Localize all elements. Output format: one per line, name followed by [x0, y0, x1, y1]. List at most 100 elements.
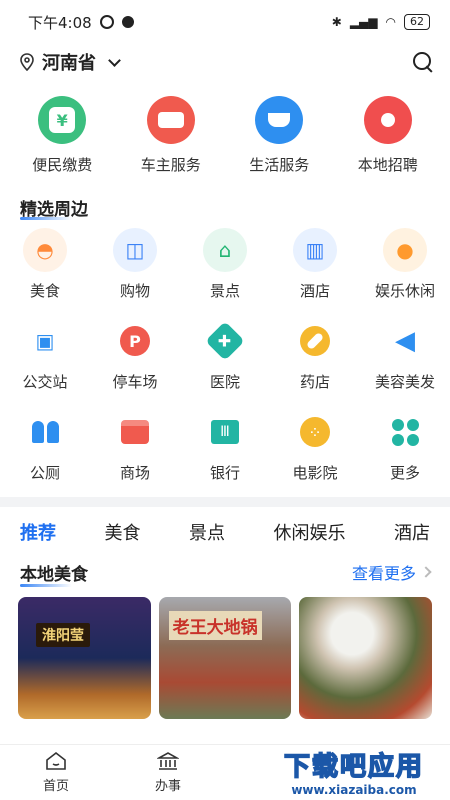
- nearby-item-label: 公交站: [22, 373, 68, 391]
- nearby-item-label: 更多: [389, 464, 420, 482]
- view-more-link[interactable]: 查看更多: [351, 560, 432, 584]
- service-label: 便民缴费: [32, 156, 93, 174]
- home-icon: [46, 751, 66, 770]
- restroom-icon: [23, 410, 67, 454]
- nearby-item-bus[interactable]: ▣ 公交站: [0, 319, 90, 392]
- nearby-item-label: 商场: [119, 464, 150, 482]
- nearby-item-label: 购物: [119, 282, 150, 300]
- view-more-label: 查看更多: [351, 564, 416, 583]
- watermark-logo: 下载吧应用 www.xiazaiba.com: [264, 748, 444, 797]
- nearby-item-scenic[interactable]: ⌂ 景点: [180, 228, 270, 301]
- food-cards: 淮阳莹 老王大地锅: [0, 587, 450, 719]
- coffee-cup-icon: [255, 96, 304, 144]
- chevron-right-icon: [420, 566, 432, 578]
- nearby-item-label: 娱乐休闲: [374, 282, 435, 300]
- category-tabs: 推荐 美食 景点 休闲娱乐 酒店: [0, 507, 450, 557]
- food-card[interactable]: 淮阳莹: [18, 597, 151, 719]
- search-icon[interactable]: [412, 51, 434, 73]
- nearby-item-label: 美食: [29, 282, 60, 300]
- nearby-item-restroom[interactable]: 公厕: [0, 410, 90, 483]
- nearby-item-pharmacy[interactable]: 药店: [270, 319, 360, 392]
- temple-icon: ⌂: [203, 228, 247, 272]
- nearby-item-beauty[interactable]: ◀ 美容美发: [360, 319, 450, 392]
- service-car-owner[interactable]: 车主服务: [121, 96, 221, 188]
- shop-sign: 淮阳莹: [36, 623, 90, 647]
- parking-icon: P: [113, 319, 157, 363]
- service-label: 生活服务: [249, 156, 310, 174]
- nearby-item-mall[interactable]: 商场: [90, 410, 180, 483]
- hospital-cross-icon: ✚: [203, 319, 247, 363]
- service-payment[interactable]: ¥ 便民缴费: [12, 96, 112, 188]
- yuan-icon: ¥: [38, 96, 87, 144]
- car-icon: [146, 96, 195, 144]
- store-icon: [113, 410, 157, 454]
- local-food-header: 本地美食 查看更多: [0, 557, 450, 587]
- nearby-item-parking[interactable]: P 停车场: [90, 319, 180, 392]
- more-grid-icon: [383, 410, 427, 454]
- nearby-item-hospital[interactable]: ✚ 医院: [180, 319, 270, 392]
- service-label: 车主服务: [140, 156, 201, 174]
- nearby-item-label: 医院: [209, 373, 240, 391]
- service-label: 本地招聘: [357, 156, 418, 174]
- watermark-url: www.xiazaiba.com: [291, 782, 417, 797]
- nav-services[interactable]: 办事: [112, 745, 224, 800]
- recruit-icon: [363, 96, 412, 144]
- bank-icon: Ⅲ: [203, 410, 247, 454]
- nearby-item-label: 美容美发: [374, 373, 435, 391]
- watermark-text: 下载吧应用: [283, 751, 424, 783]
- nav-label: 首页: [42, 779, 69, 794]
- nearby-grid: ◓ 美食 ◫ 购物 ⌂ 景点 ▥ 酒店 ● 娱乐休闲 ▣ 公交站 P 停车场 ✚ 医院 药店 ◀…: [0, 222, 450, 483]
- nearby-item-label: 药店: [299, 373, 330, 391]
- government-building-icon: [157, 752, 179, 770]
- hair-dryer-icon: ◀: [395, 326, 415, 356]
- alarm-icon: [99, 15, 114, 29]
- nearby-item-entertainment[interactable]: ● 娱乐休闲: [360, 228, 450, 301]
- status-time: 下午4:08: [28, 13, 92, 32]
- tab-hotel[interactable]: 酒店: [394, 519, 430, 545]
- food-card[interactable]: [299, 597, 433, 719]
- food-card[interactable]: 老王大地锅: [158, 597, 292, 719]
- local-food-title: 本地美食: [20, 564, 88, 585]
- shop-sign: 老王大地锅: [168, 611, 262, 640]
- location-selector[interactable]: 河南省: [20, 49, 121, 75]
- bluetooth-icon: ✱: [331, 15, 342, 29]
- service-life[interactable]: 生活服务: [229, 96, 329, 188]
- nearby-item-shopping[interactable]: ◫ 购物: [90, 228, 180, 301]
- app-notification-icon: [121, 16, 134, 28]
- service-recruit[interactable]: 本地招聘: [338, 96, 438, 188]
- nearby-item-label: 停车场: [112, 373, 158, 391]
- tab-food[interactable]: 美食: [105, 519, 141, 545]
- nearby-item-label: 银行: [209, 464, 240, 482]
- signal-icon: ▂▄▆: [349, 15, 378, 29]
- chevron-down-icon: [108, 53, 121, 67]
- microphone-icon: ●: [383, 228, 427, 272]
- pill-icon: [293, 319, 337, 363]
- nearby-title-text: 精选周边: [20, 199, 88, 220]
- shopping-basket-icon: ◫: [113, 228, 157, 272]
- top-services: ¥ 便民缴费 车主服务 生活服务 本地招聘: [0, 80, 450, 188]
- nearby-item-bank[interactable]: Ⅲ 银行: [180, 410, 270, 483]
- tab-scenic[interactable]: 景点: [189, 519, 225, 545]
- nearby-item-cinema[interactable]: ⁘ 电影院: [270, 410, 360, 483]
- nearby-item-label: 电影院: [292, 464, 338, 482]
- bus-stop-icon: ▣: [35, 329, 55, 353]
- nearby-section-title: 精选周边: [0, 192, 450, 222]
- wifi-icon: ◠: [385, 15, 396, 29]
- battery-indicator: 62: [404, 14, 430, 30]
- film-reel-icon: ⁘: [293, 410, 337, 454]
- title-underline: [20, 584, 72, 587]
- nearby-item-food[interactable]: ◓ 美食: [0, 228, 90, 301]
- hotel-building-icon: ▥: [293, 228, 337, 272]
- nav-home[interactable]: 首页: [0, 745, 112, 800]
- nearby-item-more[interactable]: 更多: [360, 410, 450, 483]
- tab-recommend[interactable]: 推荐: [20, 519, 56, 545]
- nearby-item-label: 公厕: [29, 464, 60, 482]
- tab-leisure[interactable]: 休闲娱乐: [274, 519, 346, 545]
- title-underline: [20, 217, 72, 220]
- nav-label: 办事: [154, 779, 181, 794]
- location-label: 河南省: [42, 53, 96, 74]
- nearby-item-label: 景点: [209, 282, 240, 300]
- nearby-item-hotel[interactable]: ▥ 酒店: [270, 228, 360, 301]
- food-cloche-icon: ◓: [23, 228, 67, 272]
- nearby-item-label: 酒店: [299, 282, 330, 300]
